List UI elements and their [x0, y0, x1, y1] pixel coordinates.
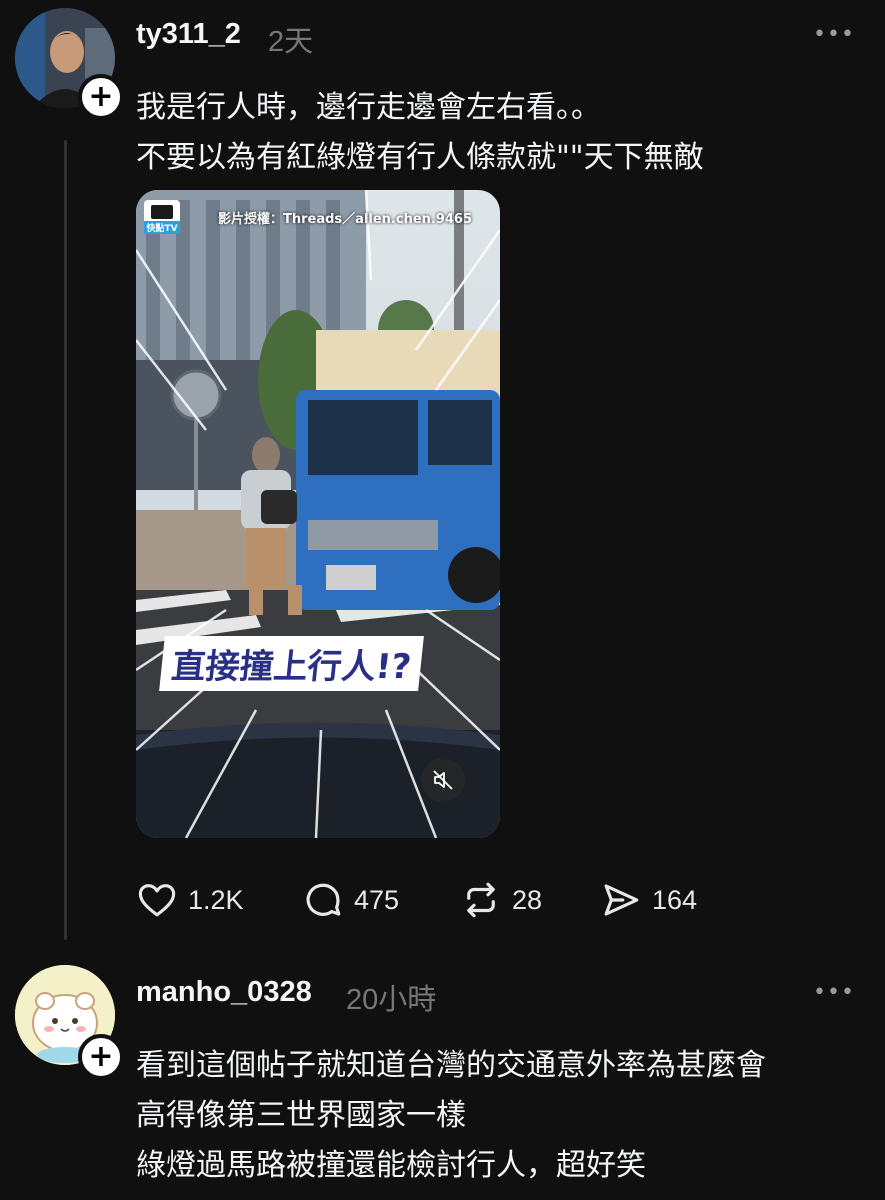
- post-username[interactable]: ty311_2: [136, 18, 241, 51]
- logo-text: 快點TV: [144, 221, 180, 234]
- video-logo: 快點TV: [144, 200, 180, 234]
- mute-icon: [433, 770, 453, 790]
- reply-username[interactable]: manho_0328: [136, 976, 312, 1009]
- comment-icon: [306, 883, 341, 916]
- more-options-icon[interactable]: •••: [813, 980, 855, 1005]
- heart-icon: [138, 884, 176, 917]
- mute-button[interactable]: [421, 758, 465, 802]
- reply-text-line: 綠燈過馬路被撞還能檢討行人，超好笑: [136, 1148, 646, 1183]
- video-credit: 影片授權：Threads／allen.chen.9465: [218, 212, 473, 227]
- follow-plus-button[interactable]: +: [78, 1034, 124, 1080]
- reply-time: 20小時: [346, 984, 437, 1016]
- video-player[interactable]: 快點TV 影片授權：Threads／allen.chen.9465 直接撞上行人…: [136, 190, 500, 838]
- like-count: 1.2K: [188, 884, 244, 915]
- post-text-line: 不要以為有紅綠燈有行人條款就""天下無敵: [136, 140, 704, 175]
- follow-plus-button[interactable]: +: [78, 74, 124, 120]
- thread-reply: + manho_0328 20小時 ••• 看到這個帖子就知道台灣的交通意外率為…: [0, 950, 885, 1200]
- thread-connector: [64, 140, 67, 940]
- like-button[interactable]: 1.2K: [136, 878, 244, 922]
- more-options-icon[interactable]: •••: [813, 22, 855, 47]
- thread-post: + ty311_2 2天 ••• 我是行人時，邊行走邊會左右看。。 不要以為有紅…: [0, 0, 885, 950]
- send-icon: [604, 884, 639, 916]
- logo-screen-icon: [151, 205, 173, 219]
- video-caption: 直接撞上行人!?: [159, 636, 425, 691]
- reply-text-line: 高得像第三世界國家一樣: [136, 1098, 466, 1133]
- repost-icon: [467, 882, 495, 918]
- video-frame: [136, 190, 500, 838]
- comment-count: 475: [354, 884, 400, 915]
- repost-count: 28: [512, 884, 543, 915]
- reply-text-line: 看到這個帖子就知道台灣的交通意外率為甚麼會: [136, 1048, 766, 1083]
- share-button[interactable]: 164: [600, 878, 697, 922]
- comment-button[interactable]: 475: [302, 878, 399, 922]
- post-time: 2天: [268, 26, 314, 58]
- post-text-line: 我是行人時，邊行走邊會左右看。。: [136, 90, 601, 125]
- share-count: 164: [652, 884, 698, 915]
- repost-button[interactable]: 28: [460, 878, 542, 922]
